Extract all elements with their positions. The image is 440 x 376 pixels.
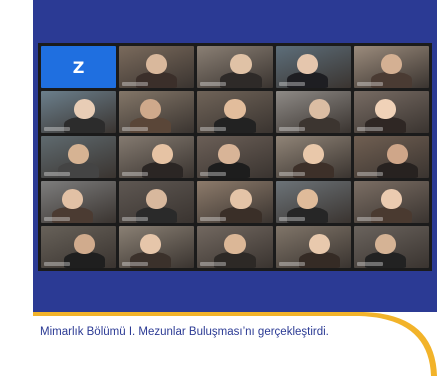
participant-video-tile (197, 46, 273, 88)
participant-video-tile (119, 181, 195, 223)
participant-face (374, 98, 396, 119)
zoom-logo-tile: Z (41, 46, 117, 88)
participant-video-tile (119, 136, 195, 178)
participant-face (224, 233, 246, 254)
participant-name-tag (278, 82, 305, 86)
participant-name-tag (278, 262, 305, 266)
participant-video-tile (353, 226, 429, 268)
participant-video-tile (275, 226, 351, 268)
participant-face (74, 233, 96, 254)
participant-video-tile (197, 91, 273, 133)
participant-body (298, 252, 340, 268)
participant-video-tile (41, 91, 117, 133)
participant-face (308, 233, 330, 254)
participant-video-tile (353, 46, 429, 88)
participant-body (63, 252, 106, 268)
participant-face (296, 53, 318, 74)
participant-name-tag (200, 172, 227, 176)
participant-face (146, 188, 168, 209)
participant-video-tile (275, 91, 351, 133)
participant-name-tag (356, 82, 383, 86)
participant-name-tag (44, 127, 70, 131)
participant-face (152, 143, 174, 164)
news-card[interactable]: Z Mimarlık Bölümü I. Mezunlar Buluşması’… (33, 0, 437, 376)
news-caption[interactable]: Mimarlık Bölümü I. Mezunlar Buluşması’nı… (40, 326, 380, 339)
participant-face (302, 143, 324, 164)
participant-video-tile (353, 136, 429, 178)
participant-face (62, 188, 84, 209)
participant-video-tile (197, 226, 273, 268)
participant-face (230, 188, 252, 209)
participant-name-tag (122, 127, 149, 131)
zoom-letter: Z (72, 57, 85, 77)
participant-video-tile (197, 136, 273, 178)
participant-face (308, 98, 330, 119)
participant-face (140, 98, 162, 119)
participant-video-tile (119, 226, 195, 268)
participant-name-tag (122, 172, 149, 176)
participant-name-tag (356, 217, 383, 221)
participant-name-tag (278, 217, 305, 221)
participant-face (224, 98, 246, 119)
participant-video-tile (353, 181, 429, 223)
participant-name-tag (200, 82, 227, 86)
participant-video-tile (275, 181, 351, 223)
participant-face (230, 53, 252, 74)
participant-video-tile (275, 136, 351, 178)
participant-body (298, 117, 340, 133)
participant-face (380, 53, 402, 74)
participant-video-tile (353, 91, 429, 133)
participant-video-tile (197, 181, 273, 223)
participant-body (63, 117, 106, 133)
participant-body (220, 72, 262, 88)
participant-video-tile (119, 46, 195, 88)
participant-name-tag (278, 127, 305, 131)
participant-name-tag (44, 262, 70, 266)
participant-face (74, 98, 96, 119)
participant-name-tag (200, 217, 227, 221)
participant-face (296, 188, 318, 209)
participant-name-tag (356, 262, 383, 266)
participant-name-tag (200, 262, 227, 266)
participant-name-tag (122, 82, 149, 86)
participant-name-tag (356, 172, 383, 176)
participant-body (376, 162, 419, 178)
participant-face (146, 53, 168, 74)
participant-face (68, 143, 90, 164)
participant-video-tile (41, 226, 117, 268)
participant-video-tile (275, 46, 351, 88)
participant-body (142, 162, 184, 178)
participant-name-tag (122, 217, 149, 221)
participant-name-tag (356, 127, 383, 131)
participant-face (380, 188, 402, 209)
participant-name-tag (278, 172, 305, 176)
participant-face (386, 143, 408, 164)
participant-name-tag (44, 172, 70, 176)
participant-video-tile (119, 91, 195, 133)
participant-video-tile (41, 136, 117, 178)
participant-name-tag (122, 262, 149, 266)
participant-name-tag (200, 127, 227, 131)
participant-name-tag (44, 217, 70, 221)
participant-body (220, 207, 262, 223)
participant-face (374, 233, 396, 254)
participant-face (218, 143, 240, 164)
participant-face (140, 233, 162, 254)
participant-video-tile (41, 181, 117, 223)
video-call-grid: Z (38, 43, 432, 271)
